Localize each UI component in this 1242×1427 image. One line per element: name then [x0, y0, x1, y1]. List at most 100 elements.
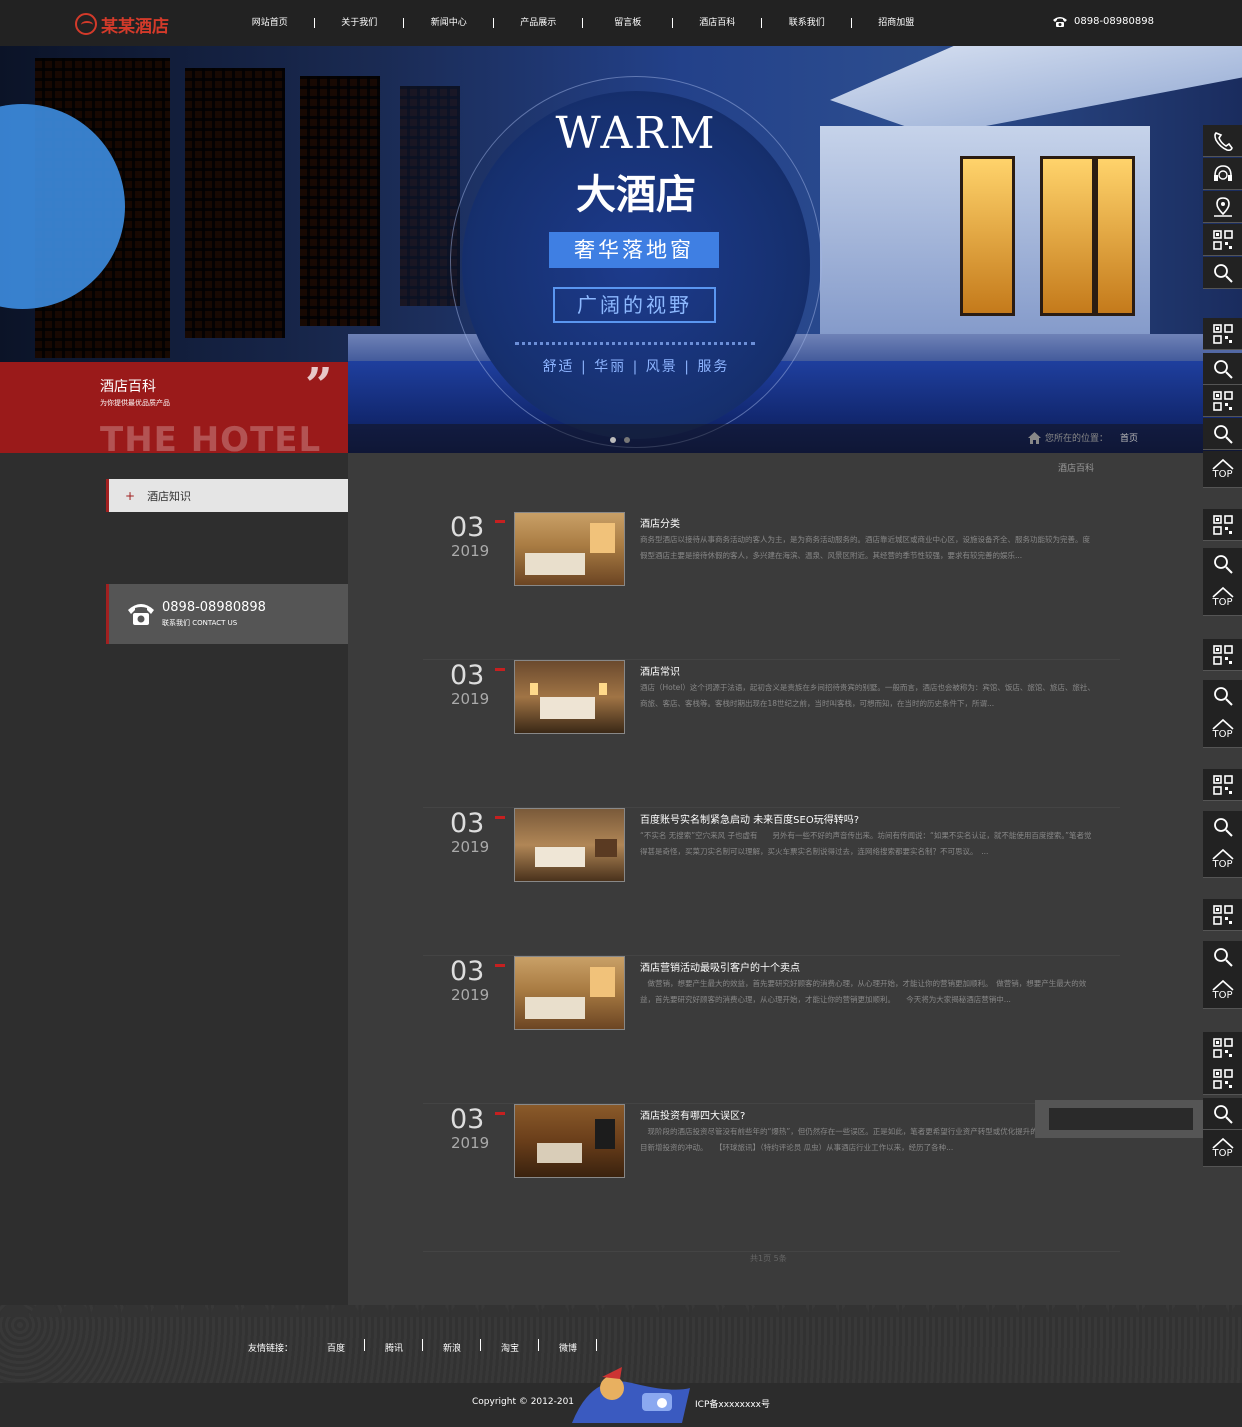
article-title[interactable]: 百度账号实名制紧急启动 未来百度SEO玩得转吗? — [640, 811, 859, 826]
search-button[interactable] — [1203, 941, 1242, 973]
back-to-top-button[interactable]: TOP — [1203, 972, 1242, 1009]
top-label: TOP — [1212, 1148, 1233, 1159]
article-item[interactable]: 03 2019 百度账号实名制紧急启动 未来百度SEO玩得转吗? “不实名 无搜… — [423, 808, 1120, 956]
phone-button[interactable] — [1203, 125, 1242, 157]
article-title[interactable]: 酒店常识 — [640, 663, 680, 678]
article-thumbnail[interactable] — [514, 660, 625, 734]
search-icon — [1213, 424, 1233, 444]
section-title: 酒店百科 — [100, 379, 156, 395]
friend-link-sina[interactable]: 新浪 — [423, 1339, 482, 1354]
friend-link-tencent[interactable]: 腾讯 — [365, 1339, 424, 1354]
qrcode-button[interactable] — [1203, 769, 1242, 801]
search-button[interactable] — [1203, 1098, 1242, 1130]
search-button[interactable] — [1203, 418, 1242, 450]
floating-popup-panel — [1035, 1100, 1203, 1138]
article-item[interactable]: 03 2019 酒店常识 酒店（Hotel）这个词源于法语，起初含义是贵族在乡间… — [423, 660, 1120, 808]
back-to-top-button[interactable]: TOP — [1203, 579, 1242, 616]
banner-door — [1040, 156, 1095, 316]
banner-headline-cn: 大酒店 — [576, 171, 696, 218]
banner-roof — [830, 46, 1242, 136]
carousel-dots — [610, 437, 630, 443]
telephone-icon — [128, 604, 154, 625]
header-phone-number: 0898-08980898 — [1074, 15, 1154, 27]
search-icon — [1213, 359, 1233, 379]
sidebar: + 酒店知识 0898-08980898 联系我们 CONTACT US — [0, 453, 348, 1305]
nav-guestbook[interactable]: 留言板 — [583, 0, 673, 46]
banner-lattice-window — [300, 76, 380, 326]
sidebar-item-hotel-knowledge[interactable]: + 酒店知识 — [106, 479, 348, 512]
qrcode-button[interactable] — [1203, 224, 1242, 256]
back-to-top-button[interactable]: TOP — [1203, 711, 1242, 748]
back-to-top-button[interactable]: TOP — [1203, 841, 1242, 878]
carousel-dot[interactable] — [610, 437, 616, 443]
search-button[interactable] — [1203, 353, 1242, 385]
top-label: TOP — [1212, 990, 1233, 1001]
search-button[interactable] — [1203, 548, 1242, 580]
qrcode-button[interactable] — [1203, 899, 1242, 931]
sidebar-contact: 0898-08980898 联系我们 CONTACT US — [106, 584, 348, 644]
banner-lattice-window — [185, 68, 285, 338]
nav-news[interactable]: 新闻中心 — [404, 0, 494, 46]
qrcode-button[interactable] — [1203, 1032, 1242, 1064]
article-dash — [495, 668, 505, 671]
site-logo[interactable]: 某某酒店 — [75, 11, 169, 37]
article-thumbnail[interactable] — [514, 512, 625, 586]
nav-home[interactable]: 网站首页 — [225, 0, 315, 46]
sidebar-contact-phone: 0898-08980898 — [162, 600, 266, 615]
friend-links-title: 友情链接： — [248, 1344, 294, 1354]
qrcode-button[interactable] — [1203, 385, 1242, 417]
search-button[interactable] — [1203, 257, 1242, 289]
qrcode-button[interactable] — [1203, 639, 1242, 671]
article-day: 03 — [450, 808, 485, 839]
top-label: TOP — [1212, 597, 1233, 608]
search-icon — [1213, 554, 1233, 574]
article-year: 2019 — [451, 838, 490, 856]
nav-franchise[interactable]: 招商加盟 — [852, 0, 942, 46]
article-title[interactable]: 酒店营销活动最吸引客户的十个卖点 — [640, 959, 800, 974]
article-title[interactable]: 酒店分类 — [640, 515, 680, 530]
article-day: 03 — [450, 956, 485, 987]
friend-link-taobao[interactable]: 淘宝 — [481, 1339, 540, 1354]
headset-button[interactable] — [1203, 158, 1242, 190]
qrcode-button[interactable] — [1203, 318, 1242, 350]
banner-dotted-divider — [515, 342, 755, 345]
location-button[interactable] — [1203, 191, 1242, 223]
nav-about[interactable]: 关于我们 — [315, 0, 405, 46]
qrcode-icon — [1212, 1068, 1233, 1089]
article-title[interactable]: 酒店投资有哪四大误区? — [640, 1107, 745, 1122]
section-bg-text: THE HOTEL — [100, 420, 322, 453]
carousel-dot[interactable] — [624, 437, 630, 443]
qrcode-icon — [1212, 323, 1233, 344]
article-item[interactable]: 03 2019 酒店营销活动最吸引客户的十个卖点 做营销，想要产生最大的效益，首… — [423, 956, 1120, 1104]
back-to-top-button[interactable]: TOP — [1203, 1130, 1242, 1167]
article-thumbnail[interactable] — [514, 1104, 625, 1178]
logo-icon — [75, 13, 97, 35]
friend-link-baidu[interactable]: 百度 — [307, 1339, 366, 1354]
search-button[interactable] — [1203, 811, 1242, 843]
article-item[interactable]: 03 2019 酒店投资有哪四大误区? 现阶段的酒店投资尽管没有前些年的“爆热”… — [423, 1104, 1120, 1252]
article-desc: 商务型酒店以接待从事商务活动的客人为主，是为商务活动服务的。酒店靠近城区或商业中… — [640, 535, 1090, 560]
article-dash — [495, 816, 505, 819]
qrcode-icon — [1212, 229, 1233, 250]
nav-hotel-wiki[interactable]: 酒店百科 — [673, 0, 763, 46]
back-to-top-button[interactable]: TOP — [1203, 451, 1242, 488]
qrcode-button[interactable] — [1203, 509, 1242, 541]
breadcrumb-prefix: 您所在的位置： — [1045, 434, 1109, 444]
nav-contact[interactable]: 联系我们 — [762, 0, 852, 46]
article-desc: “不实名 无搜索”空穴来风 子也虚有 另外有一些不好的声音传出来。坊间有传闻说：… — [640, 831, 1092, 856]
article-year: 2019 — [451, 690, 490, 708]
search-icon — [1213, 1104, 1233, 1124]
friend-link-weibo[interactable]: 微博 — [539, 1339, 598, 1354]
search-button[interactable] — [1203, 680, 1242, 712]
article-item[interactable]: 03 2019 酒店分类 商务型酒店以接待从事商务活动的客人为主，是为商务活动服… — [423, 512, 1120, 660]
article-year: 2019 — [451, 542, 490, 560]
article-thumbnail[interactable] — [514, 956, 625, 1030]
nav-products[interactable]: 产品展示 — [494, 0, 584, 46]
popup-content — [1049, 1108, 1193, 1130]
banner-feature-box: 奢华落地窗 — [549, 232, 719, 268]
article-thumbnail[interactable] — [514, 808, 625, 882]
qrcode-button[interactable] — [1203, 1063, 1242, 1095]
breadcrumb-home[interactable]: 首页 — [1120, 431, 1138, 444]
main-content: 酒店百科 03 2019 酒店分类 商务型酒店以接待从事商务活动的客人为主，是为… — [348, 453, 1242, 1305]
banner-headline-en: WARM — [555, 108, 717, 159]
